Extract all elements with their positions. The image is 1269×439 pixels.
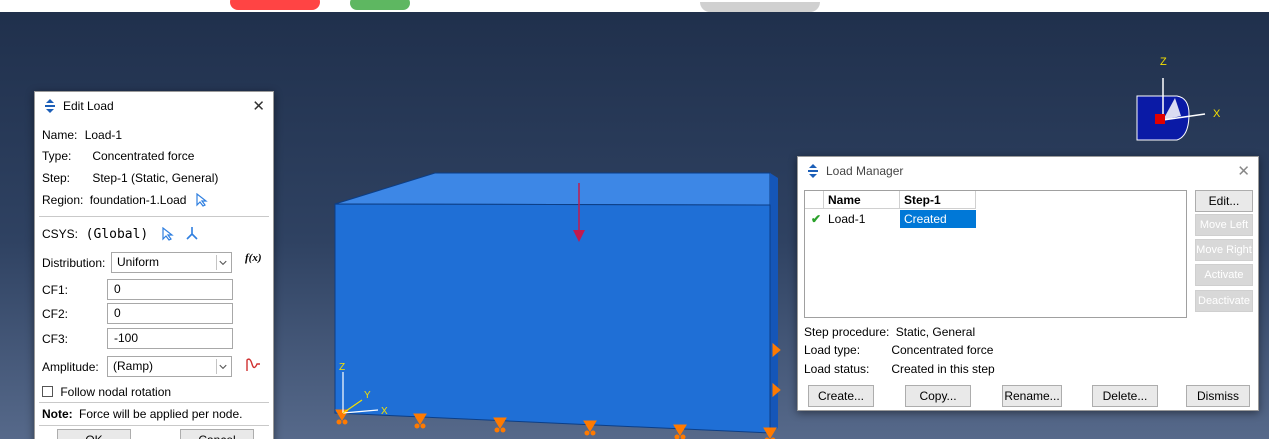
edit-button[interactable]: Edit... (1195, 190, 1253, 212)
csys-value: (Global) (85, 227, 149, 242)
cf3-label: CF3: (42, 332, 69, 346)
chevron-down-icon (216, 255, 227, 270)
note-label: Note: (42, 407, 73, 421)
amplitude-label: Amplitude: (42, 360, 99, 374)
load-dialog-icon (45, 99, 55, 113)
divider (39, 402, 269, 403)
checkbox-box[interactable] (42, 386, 53, 397)
cf1-input[interactable]: 0 (107, 279, 233, 300)
edit-load-dialog: Edit Load ✕ Name: Load-1 Type: Concentra… (34, 91, 274, 439)
step-procedure-value: Static, General (895, 325, 976, 339)
load-manager-icon (808, 164, 818, 178)
load-manager-title: Load Manager (826, 164, 904, 178)
triad-x-label: X (1213, 108, 1221, 120)
load-type-row: Load type: Concentrated force (804, 343, 993, 357)
dismiss-button[interactable]: Dismiss (1186, 385, 1250, 407)
region-select-arrow-icon[interactable] (194, 192, 208, 207)
cf2-label: CF2: (42, 307, 69, 321)
type-row: Type: Concentrated force (42, 149, 194, 163)
activate-button[interactable]: Activate (1195, 264, 1253, 286)
load-status-row: Load status: Created in this step (804, 362, 995, 376)
move-right-button[interactable]: Move Right (1195, 239, 1253, 261)
edit-load-title: Edit Load (63, 99, 114, 113)
load-manager-dialog: Load Manager ✕ Name Step-1 ✔ Load-1 Crea… (797, 156, 1259, 411)
delete-button[interactable]: Delete... (1092, 385, 1158, 407)
load-type-label: Load type: (804, 343, 861, 357)
amplitude-select[interactable]: (Ramp) (107, 356, 232, 377)
region-row: Region: foundation-1.Load (42, 192, 208, 207)
csys-create-icon[interactable] (184, 225, 200, 241)
edit-load-title-bar[interactable]: Edit Load ✕ (35, 92, 273, 120)
load-manager-title-bar[interactable]: Load Manager ✕ (798, 157, 1258, 185)
divider (39, 216, 269, 217)
column-header-name: Name (824, 191, 900, 209)
close-icon[interactable]: ✕ (1237, 162, 1250, 180)
step-label: Step: (42, 171, 71, 185)
distribution-value: Uniform (117, 255, 160, 269)
copy-button[interactable]: Copy... (905, 385, 971, 407)
ok-button[interactable]: OK (57, 429, 131, 439)
rename-button[interactable]: Rename... (1002, 385, 1062, 407)
distribution-label: Distribution: (42, 256, 106, 270)
create-button[interactable]: Create... (808, 385, 874, 407)
load-status-label: Load status: (804, 362, 870, 376)
part-csys-y-label: Y (364, 390, 371, 401)
region-label: Region: (42, 193, 84, 207)
name-value: Load-1 (84, 128, 123, 142)
load-type-value: Concentrated force (891, 343, 994, 357)
name-label: Name: (42, 128, 78, 142)
chevron-down-icon (216, 359, 227, 374)
status-column-header (805, 191, 824, 209)
checkmark-icon: ✔ (811, 212, 822, 226)
csys-label: CSYS: (42, 227, 79, 241)
foundation-part[interactable] (334, 172, 778, 434)
divider (39, 425, 269, 426)
load-status-value: Created in this step (891, 362, 995, 376)
view-triad[interactable]: Z X (1125, 50, 1235, 160)
follow-nodal-rotation-checkbox[interactable]: Follow nodal rotation (42, 385, 171, 399)
loads-table: Name Step-1 ✔ Load-1 Created (804, 190, 1187, 318)
part-csys-z-label: Z (339, 362, 345, 373)
follow-nodal-rotation-label: Follow nodal rotation (60, 385, 172, 399)
cancel-button[interactable]: Cancel (180, 429, 254, 439)
note-text: Force will be applied per node. (79, 407, 243, 421)
step-value: Step-1 (Static, General) (92, 171, 219, 185)
cf2-input[interactable]: 0 (107, 303, 233, 324)
type-label: Type: (42, 149, 72, 163)
name-row: Name: Load-1 (42, 128, 122, 142)
distribution-select[interactable]: Uniform (111, 252, 232, 273)
close-icon[interactable]: ✕ (252, 97, 265, 115)
move-left-button[interactable]: Move Left (1195, 214, 1253, 236)
deactivate-button[interactable]: Deactivate (1195, 290, 1253, 312)
csys-select-arrow-icon[interactable] (160, 226, 174, 241)
step-procedure-row: Step procedure: Static, General (804, 325, 975, 339)
region-value: foundation-1.Load (89, 193, 187, 207)
cf3-input[interactable]: -100 (107, 328, 233, 349)
triad-z-label: Z (1160, 56, 1167, 68)
note-row: Note: Force will be applied per node. (42, 407, 242, 421)
type-value: Concentrated force (92, 149, 195, 163)
part-csys-x-label: X (381, 406, 388, 417)
table-row-step-cell[interactable]: Created (900, 210, 976, 228)
amplitude-value: (Ramp) (113, 359, 154, 373)
cf1-label: CF1: (42, 283, 69, 297)
step-row: Step: Step-1 (Static, General) (42, 171, 218, 185)
column-header-step-1: Step-1 (900, 191, 976, 209)
triad-icon (1136, 78, 1206, 141)
amplitude-create-icon[interactable] (245, 356, 263, 374)
csys-row: CSYS: (Global) (42, 225, 200, 242)
step-procedure-label: Step procedure: (804, 325, 890, 339)
table-row-name-cell[interactable]: Load-1 (824, 210, 900, 228)
function-fx-button[interactable]: f(x) (245, 252, 262, 264)
